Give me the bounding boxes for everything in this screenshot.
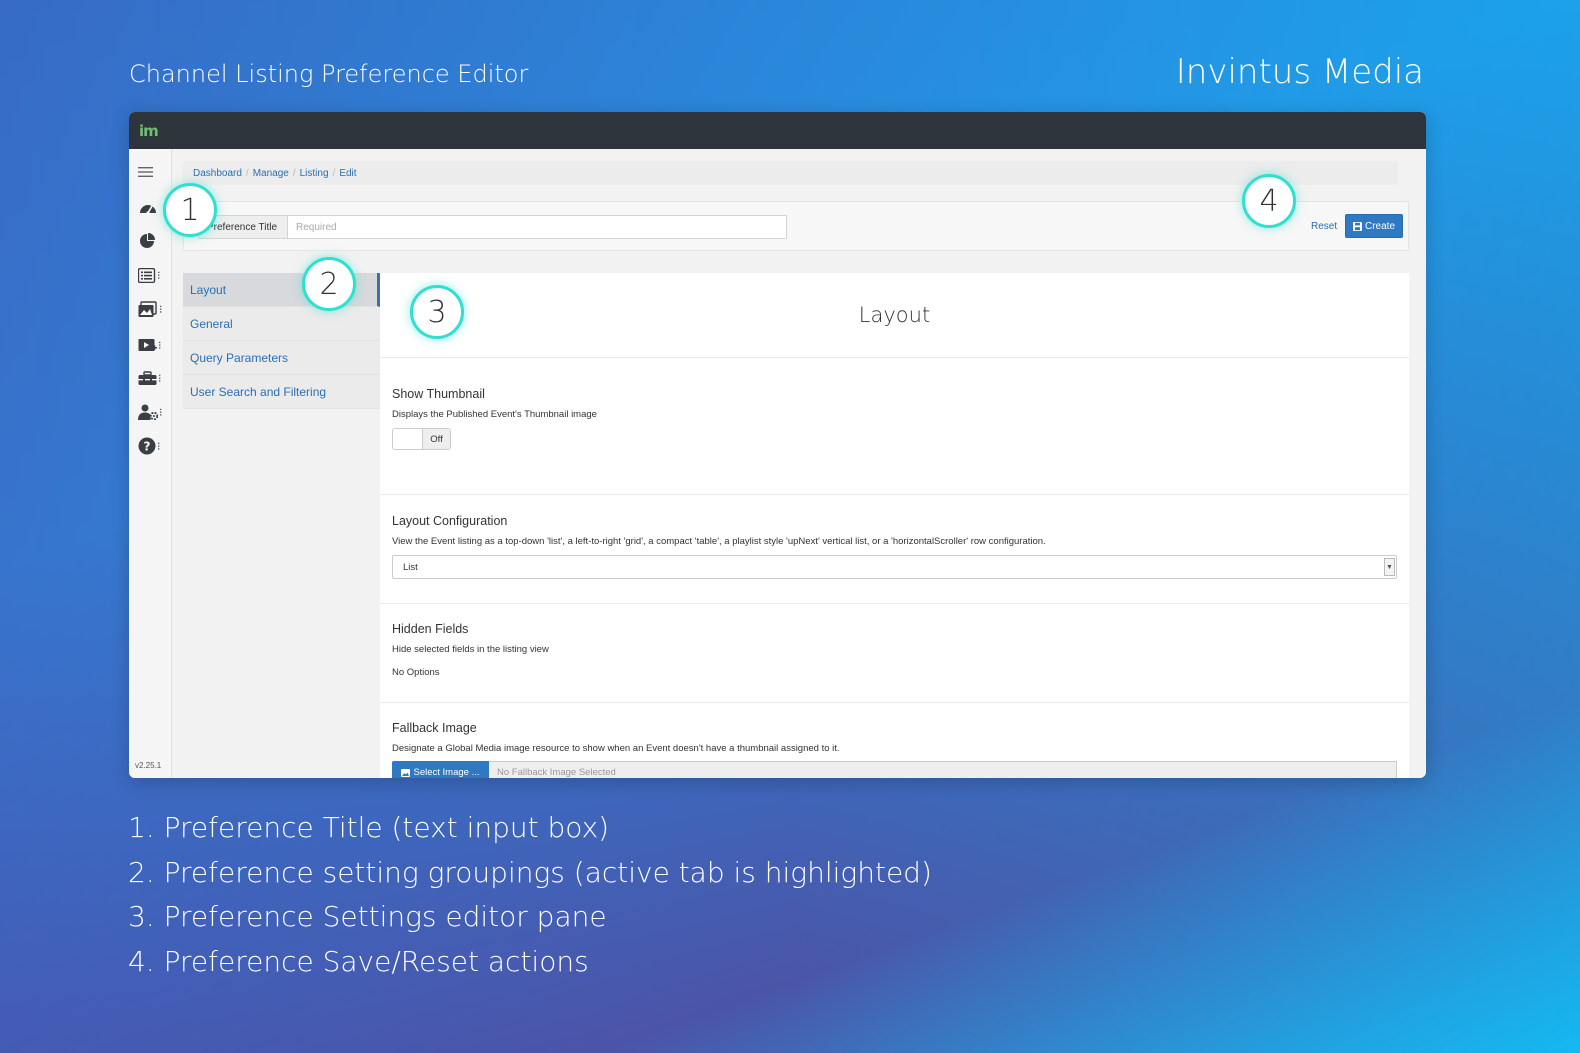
toggle-knob: [393, 429, 423, 449]
help-icon[interactable]: ? ⁝: [138, 435, 164, 457]
page-title: Channel Listing Preference Editor: [129, 60, 529, 88]
show-thumbnail-title: Show Thumbnail: [392, 387, 485, 401]
hidden-fields-options: No Options: [392, 667, 440, 678]
media-icon[interactable]: ⁝: [138, 298, 164, 320]
show-thumbnail-section: Show Thumbnail Displays the Published Ev…: [380, 387, 1409, 495]
toggle-state-label: Off: [423, 429, 450, 449]
tab-general[interactable]: General: [183, 307, 380, 341]
legend-item-3: 3. Preference Settings editor pane: [128, 900, 607, 934]
pie-chart-icon[interactable]: [138, 230, 164, 252]
create-button[interactable]: Create: [1345, 214, 1403, 238]
select-image-button[interactable]: Select Image ...: [392, 761, 489, 778]
legend-item-1: 1. Preference Title (text input box): [128, 811, 610, 844]
legend-item-2: 2. Preference setting groupings (active …: [128, 855, 932, 889]
breadcrumb-edit[interactable]: Edit: [339, 168, 356, 179]
save-icon: [1352, 221, 1362, 231]
layout-configuration-selected: List: [403, 561, 418, 573]
app-window: im ⁝ ⁝ ⁝ ⁝ ⁝ ? ⁝ v2.25.1 Dashboard / Man…: [129, 112, 1426, 778]
fallback-image-description: Designate a Global Media image resource …: [392, 743, 840, 754]
tab-user-search-and-filtering[interactable]: User Search and Filtering: [183, 375, 380, 409]
settings-editor-pane: Layout Show Thumbnail Displays the Publi…: [380, 273, 1409, 778]
create-button-label: Create: [1364, 220, 1395, 232]
reset-button[interactable]: Reset: [1311, 221, 1337, 232]
fallback-image-section: Fallback Image Designate a Global Media …: [380, 704, 1409, 778]
select-image-label: Select Image ...: [413, 767, 480, 778]
callout-3: 3: [410, 285, 464, 339]
hidden-fields-title: Hidden Fields: [392, 622, 469, 636]
brand-name: Invintus Media: [1175, 52, 1424, 92]
image-icon: [401, 768, 411, 777]
fallback-image-field: No Fallback Image Selected: [489, 761, 1397, 778]
hidden-fields-section: Hidden Fields Hide selected fields in th…: [380, 605, 1409, 703]
svg-text:?: ?: [144, 440, 151, 454]
callout-4: 4: [1242, 174, 1296, 228]
user-settings-icon[interactable]: ⁝: [138, 401, 164, 423]
breadcrumb-separator: /: [332, 167, 336, 179]
show-thumbnail-toggle[interactable]: Off: [392, 428, 451, 450]
video-add-icon[interactable]: ⁝: [138, 334, 164, 356]
breadcrumb-listing[interactable]: Listing: [300, 168, 329, 179]
layout-configuration-description: View the Event listing as a top-down 'li…: [392, 536, 1046, 547]
preference-title-row: Preference Title Reset Create: [183, 201, 1409, 251]
legend: 1. Preference Title (text input box) 2. …: [128, 810, 932, 988]
breadcrumb-manage[interactable]: Manage: [253, 168, 289, 179]
fallback-image-title: Fallback Image: [392, 721, 477, 735]
breadcrumb-separator: /: [292, 167, 296, 179]
callout-1: 1: [163, 183, 217, 237]
toolbox-icon[interactable]: ⁝: [138, 367, 164, 389]
tab-query-parameters[interactable]: Query Parameters: [183, 341, 380, 375]
dashboard-gauge-icon[interactable]: [138, 196, 164, 218]
app-version: v2.25.1: [135, 761, 162, 770]
breadcrumb-dashboard[interactable]: Dashboard: [193, 168, 242, 179]
breadcrumb-separator: /: [245, 167, 249, 179]
layout-configuration-section: Layout Configuration View the Event list…: [380, 496, 1409, 604]
layout-configuration-title: Layout Configuration: [392, 514, 508, 528]
show-thumbnail-description: Displays the Published Event's Thumbnail…: [392, 409, 597, 420]
main-content: Dashboard / Manage / Listing / Edit Pref…: [172, 149, 1426, 778]
list-icon[interactable]: ⁝: [138, 264, 164, 286]
legend-item-4: 4. Preference Save/Reset actions: [128, 944, 589, 978]
callout-2: 2: [302, 257, 356, 311]
layout-configuration-select[interactable]: List ▼: [392, 555, 1397, 579]
hidden-fields-description: Hide selected fields in the listing view: [392, 644, 549, 655]
editor-heading: Layout: [380, 273, 1409, 358]
topbar: im: [129, 112, 1426, 149]
breadcrumb: Dashboard / Manage / Listing / Edit: [183, 161, 1398, 185]
sidebar: ⁝ ⁝ ⁝ ⁝ ⁝ ? ⁝ v2.25.1: [129, 149, 172, 778]
app-logo[interactable]: im: [139, 122, 159, 140]
menu-icon[interactable]: [138, 161, 164, 183]
preference-title-input[interactable]: [287, 215, 787, 239]
chevron-down-icon: ▼: [1384, 558, 1395, 576]
fallback-image-picker: Select Image ... No Fallback Image Selec…: [392, 761, 1397, 778]
